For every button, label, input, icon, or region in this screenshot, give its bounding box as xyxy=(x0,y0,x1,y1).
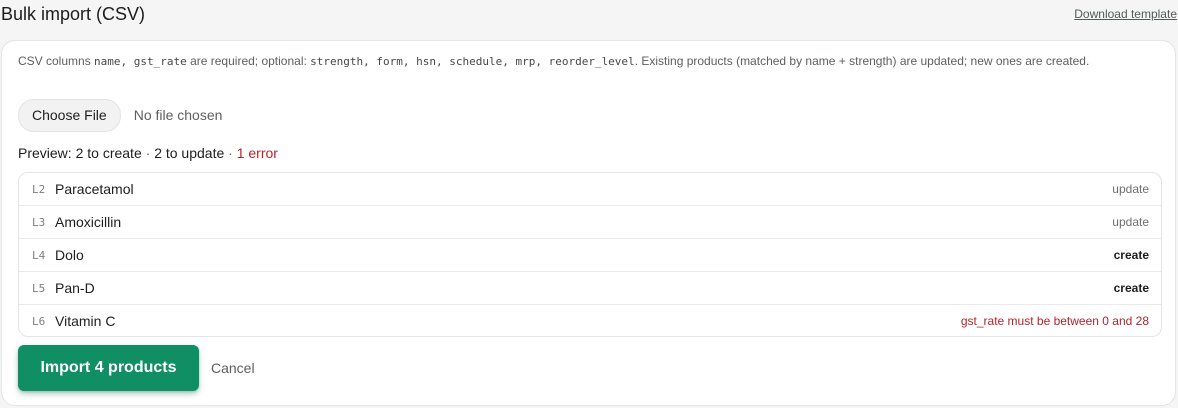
separator: · xyxy=(145,145,151,161)
line-number: L3 xyxy=(32,215,46,229)
form-actions: Import 4 products Cancel xyxy=(18,345,255,391)
preview-list: L2 Paracetamol update L3 Amoxicillin upd… xyxy=(18,172,1162,337)
error-count: 1 error xyxy=(236,145,278,161)
product-name: Amoxicillin xyxy=(55,214,122,230)
line-number: L5 xyxy=(32,281,46,295)
import-card: CSV columns name, gst_rate are required;… xyxy=(1,40,1176,406)
row-status: update xyxy=(1112,215,1149,229)
list-item: L6 Vitamin C gst_rate must be between 0 … xyxy=(19,305,1161,336)
list-item: L5 Pan-D create xyxy=(19,272,1161,305)
product-name: Pan-D xyxy=(55,280,95,296)
download-template-link[interactable]: Download template xyxy=(1074,7,1177,21)
line-number: L4 xyxy=(32,248,46,262)
help-suffix: . Existing products (matched by name + s… xyxy=(634,54,1090,68)
create-count: 2 to create xyxy=(75,145,142,161)
list-item: L2 Paracetamol update xyxy=(19,173,1161,206)
update-count: 2 to update xyxy=(154,145,225,161)
preview-summary: Preview: 2 to create · 2 to update · 1 e… xyxy=(18,145,278,161)
separator: · xyxy=(228,145,233,161)
list-item: L3 Amoxicillin update xyxy=(19,206,1161,239)
file-status: No file chosen xyxy=(133,107,223,123)
product-name: Paracetamol xyxy=(55,181,134,197)
row-status: create xyxy=(1113,248,1149,262)
import-button[interactable]: Import 4 products xyxy=(18,345,199,391)
row-status: update xyxy=(1112,182,1149,196)
csv-help-text: CSV columns name, gst_rate are required;… xyxy=(18,53,1138,70)
row-status: create xyxy=(1113,281,1149,295)
cancel-button[interactable]: Cancel xyxy=(211,360,255,376)
line-number: L2 xyxy=(32,182,46,196)
page-header: Bulk import (CSV) Download template xyxy=(0,0,1178,32)
product-name: Dolo xyxy=(55,247,84,263)
file-picker: Choose File No file chosen xyxy=(18,98,222,132)
page-title: Bulk import (CSV) xyxy=(1,4,146,24)
optional-columns: strength, form, hsn, schedule, mrp, reor… xyxy=(310,55,635,68)
required-columns: name, gst_rate xyxy=(94,55,187,68)
help-prefix: CSV columns xyxy=(18,54,95,68)
preview-label: Preview: xyxy=(18,145,72,161)
list-item: L4 Dolo create xyxy=(19,239,1161,272)
choose-file-button[interactable]: Choose File xyxy=(18,98,121,132)
help-middle: are required; optional: xyxy=(186,54,311,68)
product-name: Vitamin C xyxy=(55,313,116,329)
row-error-message: gst_rate must be between 0 and 28 xyxy=(960,314,1149,328)
line-number: L6 xyxy=(32,314,46,328)
